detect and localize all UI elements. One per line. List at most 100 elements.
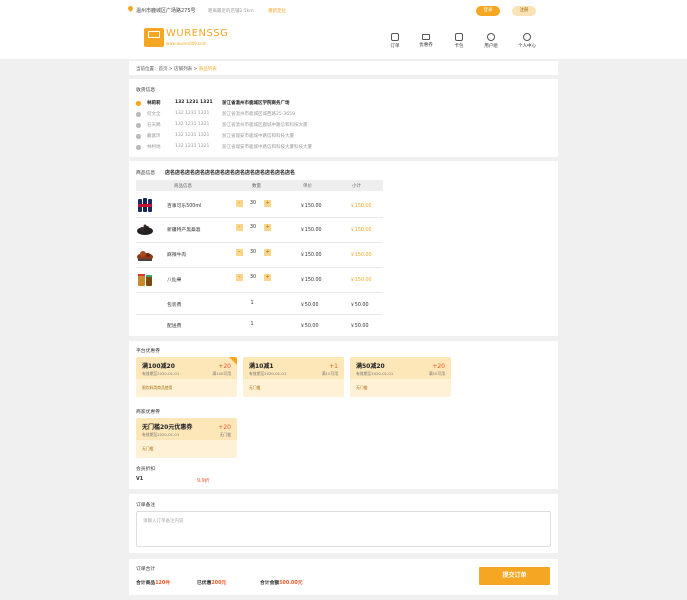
qty-value[interactable]: 30 [248, 250, 258, 255]
address-text: 浙江省瑞安市鹿城中路信和科技大厦科技大厦 [222, 145, 312, 150]
nav-user-group[interactable]: 用户组 [478, 33, 504, 49]
col-price: 单价 [303, 184, 312, 189]
qty-value[interactable]: 30 [248, 201, 258, 206]
logo-url: www.wuren009.com [166, 41, 207, 46]
breadcrumb-current: 商品列表 [198, 67, 217, 72]
amount-total-value: 500.00元 [279, 581, 303, 586]
address-phone: 132 1231 1321 [175, 111, 210, 116]
order-icon [391, 33, 399, 41]
coupon-condition: 满100可用 [212, 371, 231, 376]
qty-value[interactable]: 30 [248, 275, 258, 280]
fee-name: 包装费 [167, 303, 182, 308]
address-text: 浙江省温州市鹿城区城西路25-3659 [222, 112, 295, 117]
qty-minus-button[interactable]: - [236, 200, 243, 207]
item-subtotal: ￥150.00 [350, 204, 372, 209]
qty-value[interactable]: 30 [248, 225, 258, 230]
header [0, 22, 687, 59]
remark-input[interactable]: 请输入订单备注内容 [136, 511, 551, 547]
item-subtotal: ￥150.00 [350, 278, 372, 283]
fee-name: 配送费 [167, 324, 182, 329]
shop-name[interactable]: 店名店名店名店名店名店名店名店名店名店名店名店名店名 [165, 169, 295, 176]
coupon-title: 无门槛20元优惠券 [142, 424, 193, 431]
coupon-scope: 无门槛 [142, 446, 154, 451]
submit-order-button[interactable]: 提交订单 [479, 567, 550, 585]
goods-title: 商品信息 [136, 171, 156, 176]
product-name: 新疆特产黑桑葚 [167, 228, 201, 233]
address-item[interactable]: 戴富玲 132 1231 1321 浙江省瑞安市鹿城中路信和科技大厦 [136, 133, 416, 141]
product-name: 麻辣牛肉 [167, 253, 187, 258]
address-text: 浙江省温州市鹿城区鹿城中路信和科技大厦 [222, 123, 308, 128]
amount-total: 合计金额500.00元 [260, 579, 303, 586]
col-goods: 商品信息 [174, 184, 192, 189]
register-button[interactable]: 注册 [512, 6, 536, 16]
divider [136, 314, 383, 315]
coupon-expiry: 有效期至2020-01-01 [142, 371, 180, 376]
coupon-expiry: 有效期至2020-01-01 [249, 371, 287, 376]
col-subtotal: 小计 [352, 184, 361, 189]
product-image [136, 270, 154, 288]
relocate-link[interactable]: 重新定位 [268, 8, 286, 14]
address-name: 石天赐 [147, 123, 161, 128]
coupon-scope: 限饮料类商品使用 [142, 385, 173, 390]
address-item[interactable]: 林柯地 132 1231 1321 浙江省瑞安市鹿城中路信和科技大厦科技大厦 [136, 144, 416, 152]
coupon-amount: +1 [329, 363, 338, 370]
qty-plus-button[interactable]: + [264, 249, 271, 256]
product-name: 百事可乐500ml [167, 204, 202, 209]
nav-orders[interactable]: 订单 [382, 33, 408, 49]
coupon-amount: +20 [218, 363, 231, 370]
breadcrumb-home[interactable]: 首页 [159, 67, 168, 72]
discount-total-value: 200元 [211, 581, 227, 586]
member-discount-value: 9.9折 [197, 479, 210, 484]
coupon-card[interactable]: 满100减20 有效期至2020-01-01 +20 满100可用 限饮料类商品… [136, 357, 237, 397]
radio-selected-icon[interactable] [136, 101, 141, 106]
qty-plus-button[interactable]: + [264, 200, 271, 207]
goods-total-label: 合计商品 [136, 581, 156, 586]
nav-cards[interactable]: 卡包 [446, 33, 472, 49]
address-item[interactable]: 何文全 132 1231 1321 浙江省温州市鹿城区城西路25-3659 [136, 111, 416, 119]
logo-name[interactable]: WURENSSG [166, 28, 228, 39]
qty-plus-button[interactable]: + [264, 224, 271, 231]
qty-minus-button[interactable]: - [236, 249, 243, 256]
address-item[interactable]: 林莉莉 132 1231 1321 浙江省温州市鹿城区学院商务广场 [136, 100, 416, 108]
radio-icon[interactable] [136, 112, 141, 117]
breadcrumb: 当前位置：首页 > 店铺列表 > 商品列表 [136, 66, 217, 72]
goods-total: 合计商品120件 [136, 579, 170, 586]
coupon-amount: +20 [218, 424, 231, 431]
current-location[interactable]: 温州市鹿城区广场路275号 [136, 7, 196, 14]
nearby-distance: 距离最近的店铺2.5km [208, 9, 254, 14]
address-phone: 132 1231 1321 [175, 133, 210, 138]
coupon-amount: +20 [432, 363, 445, 370]
nav-coupons[interactable]: 优惠券 [413, 33, 439, 48]
address-text: 浙江省瑞安市鹿城中路信和科技大厦 [222, 134, 294, 139]
divider [136, 217, 383, 218]
breadcrumb-prefix: 当前位置： [136, 67, 159, 72]
receiver-title: 收货信息 [136, 88, 156, 93]
qty-minus-button[interactable]: - [236, 274, 243, 281]
fee-subtotal: ￥50.00 [350, 324, 369, 329]
address-phone: 132 1231 1321 [175, 144, 210, 149]
item-subtotal: ￥150.00 [350, 228, 372, 233]
address-item[interactable]: 石天赐 132 1231 1321 浙江省温州市鹿城区鹿城中路信和科技大厦 [136, 122, 416, 130]
coupon-card[interactable]: 满50减20 有效期至2020-01-01 +20 满50可用 无门槛 [350, 357, 451, 397]
radio-icon[interactable] [136, 145, 141, 150]
col-qty: 数量 [252, 184, 261, 189]
address-phone: 132 1231 1321 [175, 100, 213, 105]
coupon-expiry: 有效期至2020-01-01 [356, 371, 394, 376]
merchant-coupons-title: 商家优惠券 [136, 410, 160, 415]
coupon-scope: 无门槛 [249, 385, 261, 390]
address-phone: 132 1231 1321 [175, 122, 210, 127]
qty-plus-button[interactable]: + [264, 274, 271, 281]
radio-icon[interactable] [136, 123, 141, 128]
coupon-card[interactable]: 无门槛20元优惠券 有效期至2020-01-01 +20 无门槛 无门槛 [136, 418, 237, 458]
coupon-card[interactable]: 满10减1 有效期至2020-01-01 +1 满10可用 无门槛 [243, 357, 344, 397]
radio-icon[interactable] [136, 134, 141, 139]
qty-minus-button[interactable]: - [236, 224, 243, 231]
login-button[interactable]: 登录 [476, 6, 500, 16]
top-bar [0, 0, 687, 22]
nav-profile[interactable]: 个人中心 [514, 33, 540, 49]
coupon-condition: 满10可用 [321, 371, 338, 376]
breadcrumb-shop-list[interactable]: 店铺列表 [174, 67, 192, 72]
product-image [136, 245, 154, 263]
fee-qty: 1 [250, 322, 254, 327]
item-subtotal: ￥150.00 [350, 253, 372, 258]
